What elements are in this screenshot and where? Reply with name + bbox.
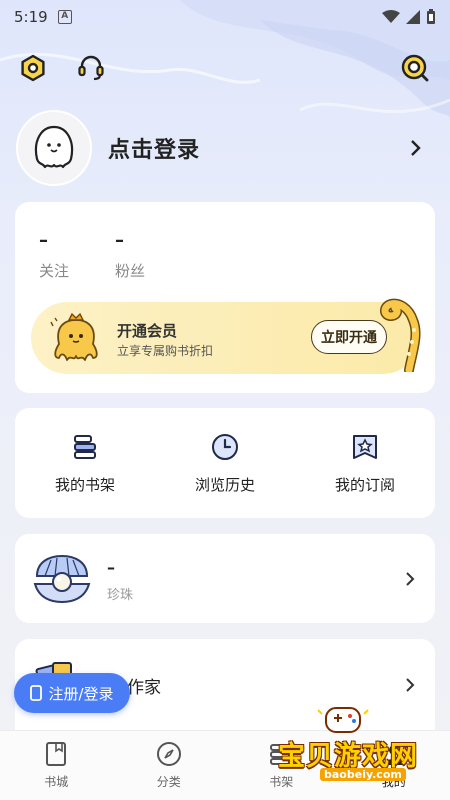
chevron-right-icon xyxy=(411,140,421,156)
wifi-icon xyxy=(382,10,400,23)
ghost-avatar-icon xyxy=(34,125,74,169)
vip-subtitle: 立享专属购书折扣 xyxy=(117,344,214,358)
chevron-right-icon xyxy=(406,572,415,586)
subscription-action[interactable]: 我的订阅 xyxy=(295,408,435,518)
pearl-label: 珍珠 xyxy=(107,588,134,603)
customer-service-icon[interactable] xyxy=(74,51,108,85)
bookshelf-icon xyxy=(74,435,96,459)
nav-category-label: 分类 xyxy=(156,775,181,789)
vip-banner[interactable]: 开通会员 立享专属购书折扣 立即开通 xyxy=(31,298,421,374)
pearl-value: – xyxy=(107,558,115,577)
register-login-label: 注册/登录 xyxy=(48,684,114,703)
history-label: 浏览历史 xyxy=(194,476,255,494)
login-profile-row[interactable]: 点击登录 xyxy=(16,110,436,186)
site-watermark: 宝贝游戏网 baobeiy.com xyxy=(272,704,442,796)
avatar[interactable] xyxy=(16,110,92,186)
followers-label: 粉丝 xyxy=(115,262,146,280)
pearl-card[interactable]: – 珍珠 xyxy=(15,534,435,623)
register-login-button[interactable]: 注册/登录 xyxy=(14,673,130,713)
clock-icon xyxy=(212,434,238,460)
followers-stat[interactable]: – 粉丝 xyxy=(115,232,145,281)
battery-icon xyxy=(427,9,435,24)
status-time: 5:19 xyxy=(14,8,48,26)
stats-card: – 关注 – 粉丝 开通会员 立享专属购书折扣 立即开通 xyxy=(15,202,435,393)
book-icon xyxy=(46,742,67,766)
following-count: – xyxy=(39,230,48,251)
subscription-label: 我的订阅 xyxy=(334,476,395,494)
signal-icon xyxy=(406,10,420,24)
settings-icon[interactable] xyxy=(16,51,50,85)
phone-icon xyxy=(30,685,43,701)
nav-bookstore-label: 书城 xyxy=(44,775,69,789)
compass-icon xyxy=(156,742,181,766)
status-bar: 5:19 A xyxy=(0,0,450,34)
following-stat[interactable]: – 关注 xyxy=(39,232,69,281)
scan-icon[interactable] xyxy=(398,51,432,85)
followers-count: – xyxy=(115,230,124,251)
tentacle-decoration-icon xyxy=(380,298,421,372)
subscription-icon xyxy=(353,435,377,459)
nav-item-bookstore[interactable]: 书城 xyxy=(0,731,113,800)
chevron-right-icon xyxy=(406,678,415,692)
bookshelf-action[interactable]: 我的书架 xyxy=(15,408,155,518)
vip-title: 开通会员 xyxy=(117,322,178,340)
octopus-mascot-icon xyxy=(50,312,98,361)
nav-item-category[interactable]: 分类 xyxy=(113,731,226,800)
login-title[interactable]: 点击登录 xyxy=(108,132,200,164)
watermark-url: baobeiy.com xyxy=(320,768,406,781)
gamepad-mascot-icon xyxy=(317,707,369,733)
author-label: 作家 xyxy=(127,678,161,698)
pearl-shell-icon xyxy=(33,554,91,604)
vip-open-button[interactable]: 立即开通 xyxy=(311,320,387,354)
history-action[interactable]: 浏览历史 xyxy=(155,408,295,518)
following-label: 关注 xyxy=(39,262,70,280)
bookshelf-label: 我的书架 xyxy=(54,476,115,494)
notification-badge: A xyxy=(57,10,72,24)
quick-actions-card: 我的书架 浏览历史 我的订阅 xyxy=(15,408,435,518)
